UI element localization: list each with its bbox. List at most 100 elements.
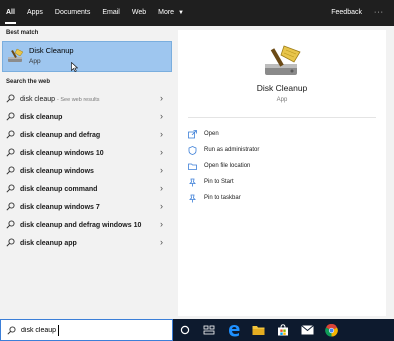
web-suggestion-label: disk cleaup - See web results (20, 96, 100, 103)
details-type: App (276, 97, 288, 103)
web-suggestion-item[interactable]: disk cleanup windows 7 › (0, 198, 174, 216)
web-suggestion-query: disk cleaup (20, 95, 56, 103)
web-suggestion-hint: - See web results (57, 96, 100, 103)
search-icon (6, 184, 15, 193)
web-suggestions-list: disk cleaup - See web results › disk clea… (0, 90, 174, 252)
web-suggestion-label: disk cleanup windows 10 (20, 150, 104, 157)
action-pin-to-taskbar-label: Pin to taskbar (204, 195, 241, 201)
tab-web[interactable]: Web (126, 0, 152, 26)
best-match-result[interactable]: Disk Cleanup App (2, 41, 172, 72)
open-icon (188, 129, 197, 138)
text-caret (58, 325, 59, 336)
caret-down-icon: ▼ (178, 10, 184, 16)
folder-icon (188, 163, 197, 170)
search-icon (6, 238, 15, 247)
details-title: Disk Cleanup (256, 83, 308, 93)
web-suggestion-item[interactable]: disk cleanup › (0, 108, 174, 126)
chevron-right-icon: › (160, 129, 163, 139)
file-explorer-icon[interactable] (250, 322, 266, 338)
web-suggestion-query: disk cleanup windows 7 (20, 203, 100, 211)
disk-cleanup-icon (8, 48, 24, 62)
chevron-right-icon: › (160, 165, 163, 175)
chrome-icon[interactable] (323, 322, 339, 338)
results-panel: Best match Disk Cleanup App Search the w… (0, 26, 174, 319)
web-suggestion-query: disk cleanup and defrag windows 10 (20, 221, 142, 229)
action-open-file-location[interactable]: Open file location (188, 158, 259, 174)
tab-email[interactable]: Email (96, 0, 126, 26)
disk-cleanup-icon (265, 45, 301, 75)
action-run-as-administrator-label: Run as administrator (204, 147, 260, 153)
search-icon (6, 220, 15, 229)
web-suggestion-label: disk cleanup and defrag (20, 132, 100, 139)
search-input[interactable] (21, 324, 161, 337)
action-open-label: Open (204, 131, 219, 137)
pin-icon (189, 178, 196, 186)
web-suggestion-query: disk cleanup windows (20, 167, 94, 175)
web-suggestion-item[interactable]: disk cleanup and defrag windows 10 › (0, 216, 174, 234)
web-suggestion-query: disk cleanup app (20, 239, 77, 247)
web-suggestion-item[interactable]: disk cleanup windows 10 › (0, 144, 174, 162)
web-suggestion-label: disk cleanup windows 7 (20, 204, 100, 211)
shield-icon (188, 145, 197, 155)
task-view-icon[interactable] (201, 322, 217, 338)
search-icon (6, 94, 15, 103)
chevron-right-icon: › (160, 111, 163, 121)
search-filter-bar: All Apps Documents Email Web More ▼ Feed… (0, 0, 394, 26)
web-suggestion-query: disk cleanup command (20, 185, 98, 193)
tab-more-label: More (158, 9, 175, 16)
tab-more[interactable]: More ▼ (152, 0, 190, 26)
search-web-heading: Search the web (6, 79, 51, 85)
search-icon (6, 148, 15, 157)
search-icon (6, 166, 15, 175)
search-icon (6, 202, 15, 211)
web-suggestion-item[interactable]: disk cleaup - See web results › (0, 90, 174, 108)
action-open[interactable]: Open (188, 126, 259, 142)
chevron-right-icon: › (160, 93, 163, 103)
search-icon (6, 130, 15, 139)
tab-apps[interactable]: Apps (21, 0, 49, 26)
taskbar (0, 319, 394, 341)
action-pin-to-start-label: Pin to Start (204, 179, 234, 185)
feedback-link[interactable]: Feedback (325, 0, 368, 26)
start-menu-search-flyout: All Apps Documents Email Web More ▼ Feed… (0, 0, 394, 319)
chevron-right-icon: › (160, 201, 163, 211)
action-run-as-administrator[interactable]: Run as administrator (188, 142, 259, 158)
best-match-title: Disk Cleanup (29, 46, 74, 55)
pin-icon (189, 194, 196, 202)
divider (188, 117, 376, 118)
search-icon (6, 112, 15, 121)
web-suggestion-label: disk cleanup (20, 114, 62, 121)
web-suggestion-query: disk cleanup (20, 113, 63, 121)
action-pin-to-start[interactable]: Pin to Start (188, 174, 259, 190)
web-suggestion-item[interactable]: disk cleanup windows › (0, 162, 174, 180)
action-open-file-location-label: Open file location (204, 163, 251, 169)
details-panel: Disk Cleanup App Open Run as administrat… (178, 30, 386, 316)
mouse-cursor-icon (71, 62, 78, 72)
nav-right-group: Feedback ··· (325, 0, 394, 26)
best-match-type: App (29, 58, 41, 65)
web-suggestion-item[interactable]: disk cleanup and defrag › (0, 126, 174, 144)
chevron-right-icon: › (160, 147, 163, 157)
web-suggestion-query: disk cleanup windows 10 (20, 149, 104, 157)
web-suggestion-label: disk cleanup and defrag windows 10 (20, 222, 141, 229)
web-suggestion-item[interactable]: disk cleanup app › (0, 234, 174, 252)
web-suggestion-label: disk cleanup command (20, 186, 97, 193)
action-pin-to-taskbar[interactable]: Pin to taskbar (188, 190, 259, 206)
edge-icon[interactable] (226, 322, 242, 338)
taskbar-search-box[interactable] (0, 319, 173, 341)
web-suggestion-item[interactable]: disk cleanup command › (0, 180, 174, 198)
search-icon (7, 326, 16, 335)
more-options-button[interactable]: ··· (368, 0, 394, 26)
cortana-icon[interactable] (177, 322, 193, 338)
web-suggestion-label: disk cleanup windows (20, 168, 94, 175)
tab-documents[interactable]: Documents (49, 0, 96, 26)
mail-icon[interactable] (299, 322, 315, 338)
store-icon[interactable] (275, 322, 291, 338)
chevron-right-icon: › (160, 183, 163, 193)
chevron-right-icon: › (160, 219, 163, 229)
tab-all[interactable]: All (0, 0, 21, 26)
web-suggestion-query: disk cleanup and defrag (20, 131, 101, 139)
chevron-right-icon: › (160, 237, 163, 247)
app-actions-list: Open Run as administrator Open file loca… (188, 126, 259, 206)
web-suggestion-label: disk cleanup app (20, 240, 77, 247)
